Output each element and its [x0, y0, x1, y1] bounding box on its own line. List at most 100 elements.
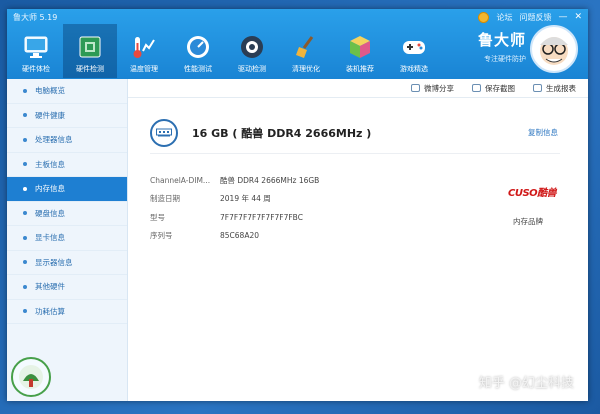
sidebar-item-memory[interactable]: 内存信息 [7, 177, 127, 202]
nav-label: 游戏精选 [400, 65, 428, 73]
camera-icon [472, 84, 481, 92]
tool-label: 微博分享 [424, 83, 454, 93]
sidebar-item-label: 硬件健康 [35, 110, 65, 120]
app-window: 鲁大师 5.19 论坛 问题反馈 — ✕ 硬件体检 硬件检测 温度管理 性能测试… [7, 9, 588, 401]
tool-label: 生成报表 [546, 83, 576, 93]
content-toolbar: 微博分享 保存截图 生成报表 [128, 79, 588, 98]
nav-label: 性能测试 [184, 65, 212, 73]
tool-label: 保存截图 [485, 83, 515, 93]
sidebar-item-label: 显卡信息 [35, 233, 65, 243]
bullet-icon [23, 260, 27, 265]
report-icon [533, 84, 542, 92]
nav-hardware-detect[interactable]: 硬件检测 [63, 24, 117, 78]
close-button[interactable]: ✕ [574, 13, 582, 22]
sidebar-item-monitor[interactable]: 显示器信息 [7, 251, 127, 275]
detail-value: 85C68A20 [220, 231, 259, 241]
memory-title: 16 GB ( 酷兽 DDR4 2666MHz ) [192, 127, 372, 140]
memory-details: ChannelA-DIM... 酷兽 DDR4 2666MHz 16GB 制造日… [150, 171, 319, 245]
weibo-share-button[interactable]: 微博分享 [411, 83, 454, 94]
speedometer-icon [185, 34, 211, 60]
monitor-icon [23, 34, 49, 60]
sidebar-item-label: 显示器信息 [35, 257, 73, 267]
detail-key: ChannelA-DIM... [150, 175, 211, 185]
detail-value: 2019 年 44 周 [220, 194, 271, 204]
main-nav: 硬件体检 硬件检测 温度管理 性能测试 驱动检测 清理优化 装机推荐 游戏精选 [9, 24, 441, 78]
nav-cleanup[interactable]: 清理优化 [279, 24, 333, 78]
weibo-icon [411, 84, 420, 92]
sidebar-item-disk[interactable]: 硬盘信息 [7, 202, 127, 226]
bullet-icon [23, 284, 27, 289]
gear-icon [239, 34, 265, 60]
detail-key: 序列号 [150, 231, 173, 241]
bullet-icon [23, 211, 27, 216]
top-links: 论坛 问题反馈 — ✕ [478, 12, 582, 23]
memory-header: 16 GB ( 酷兽 DDR4 2666MHz ) 复制信息 [150, 113, 560, 154]
bullet-icon [23, 235, 27, 240]
bullet-icon [23, 137, 27, 142]
gamepad-icon [401, 34, 427, 60]
detail-key: 制造日期 [150, 194, 180, 204]
forum-link[interactable]: 论坛 [496, 12, 512, 23]
app-title: 鲁大师 5.19 [13, 13, 58, 22]
coin-icon[interactable] [478, 12, 490, 23]
sidebar-item-label: 功耗估算 [35, 306, 65, 316]
content-panel: 微博分享 保存截图 生成报表 16 GB ( 酷兽 DDR4 2666MHz )… [128, 79, 588, 401]
detail-row: 序列号 85C68A20 [150, 227, 319, 246]
minimize-button[interactable]: — [558, 13, 567, 22]
bullet-icon [23, 309, 27, 314]
sidebar-item-overview[interactable]: 电脑概览 [7, 79, 127, 104]
sidebar-item-label: 主板信息 [35, 159, 65, 169]
nav-performance[interactable]: 性能测试 [171, 24, 225, 78]
detail-row: 制造日期 2019 年 44 周 [150, 190, 319, 209]
detail-value: 7F7F7F7F7F7F7F7FBC [220, 212, 303, 222]
nav-label: 硬件检测 [76, 65, 104, 73]
watermark: 知乎 @幻尘科技 [478, 376, 574, 391]
top-bar: 鲁大师 5.19 论坛 问题反馈 — ✕ 硬件体检 硬件检测 温度管理 性能测试… [7, 9, 588, 79]
sidebar-item-label: 内存信息 [35, 184, 65, 194]
save-screenshot-button[interactable]: 保存截图 [472, 83, 515, 94]
detail-value: 酷兽 DDR4 2666MHz 16GB [220, 175, 320, 185]
memory-brand-logo: CUSO酷兽 [508, 188, 557, 199]
nav-label: 驱动检测 [238, 65, 266, 73]
mascot-avatar[interactable] [530, 25, 578, 73]
memory-icon [150, 119, 178, 147]
nav-driver[interactable]: 驱动检测 [225, 24, 279, 78]
nav-hardware-checkup[interactable]: 硬件体检 [9, 24, 63, 78]
sidebar-item-label: 硬盘信息 [35, 208, 65, 218]
board-icon [77, 34, 103, 60]
brand-slogan: 专注硬件防护 [484, 55, 526, 63]
sidebar-item-motherboard[interactable]: 主板信息 [7, 153, 127, 177]
thermometer-icon [131, 34, 157, 60]
generate-report-button[interactable]: 生成报表 [533, 83, 576, 94]
bullet-icon [23, 162, 27, 167]
copy-info-link[interactable]: 复制信息 [528, 127, 558, 138]
sidebar-item-label: 处理器信息 [35, 135, 73, 145]
sidebar-item-power[interactable]: 功耗估算 [7, 300, 127, 324]
feedback-link[interactable]: 问题反馈 [519, 12, 551, 23]
nav-label: 装机推荐 [346, 65, 374, 73]
sidebar-item-label: 其他硬件 [35, 282, 65, 292]
sidebar-item-cpu[interactable]: 处理器信息 [7, 128, 127, 153]
sidebar-item-health[interactable]: 硬件健康 [7, 104, 127, 128]
nav-build-recommend[interactable]: 装机推荐 [333, 24, 387, 78]
nav-label: 清理优化 [292, 65, 320, 73]
bullet-icon [23, 186, 27, 191]
bullet-icon [23, 113, 27, 118]
detail-row: 型号 7F7F7F7F7F7F7F7FBC [150, 208, 319, 227]
nav-label: 温度管理 [130, 65, 158, 73]
detail-row: ChannelA-DIM... 酷兽 DDR4 2666MHz 16GB [150, 171, 319, 190]
sidebar-item-label: 电脑概览 [35, 86, 65, 96]
bullet-icon [23, 88, 27, 93]
cube-icon [347, 34, 373, 60]
brand-name: 鲁大师 [477, 31, 526, 49]
sidebar-item-other[interactable]: 其他硬件 [7, 275, 127, 300]
nav-label: 硬件体检 [22, 65, 50, 73]
sidebar: 电脑概览 硬件健康 处理器信息 主板信息 内存信息 硬盘信息 显卡信息 显示器信… [7, 79, 128, 401]
nav-temperature[interactable]: 温度管理 [117, 24, 171, 78]
detail-key: 型号 [150, 212, 165, 222]
brand-block: 鲁大师 专注硬件防护 [478, 29, 526, 64]
sidebar-item-gpu[interactable]: 显卡信息 [7, 226, 127, 251]
corner-badge-icon [11, 357, 51, 397]
nav-games[interactable]: 游戏精选 [387, 24, 441, 78]
broom-icon [293, 34, 319, 60]
